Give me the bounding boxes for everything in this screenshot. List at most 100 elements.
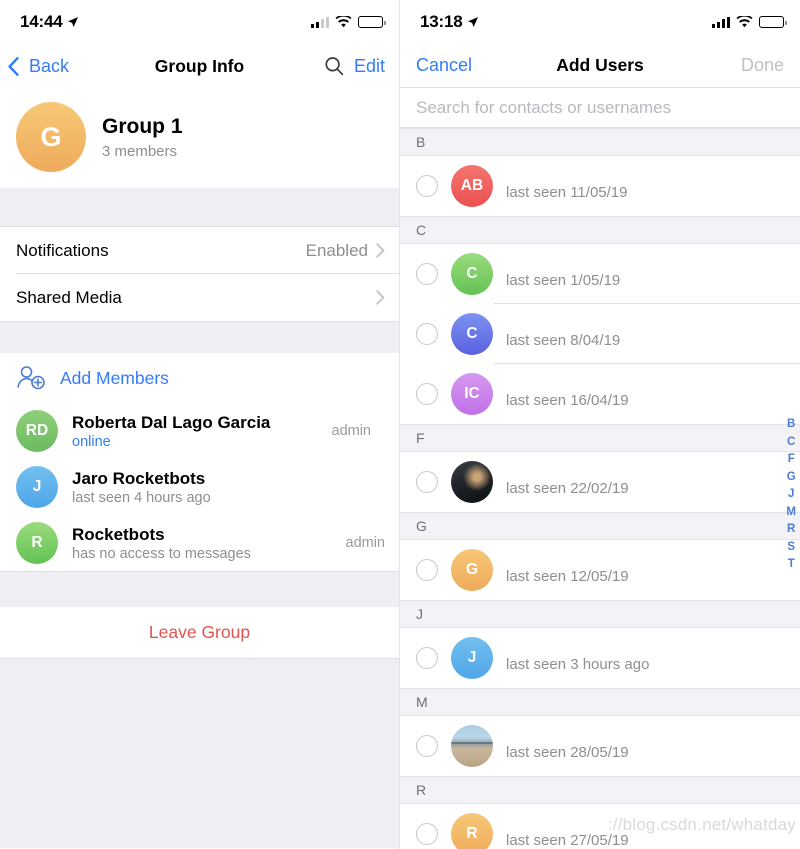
avatar-initials: RD: [25, 422, 49, 439]
search-icon[interactable]: [324, 56, 344, 76]
contact-last-seen: last seen 11/05/19: [506, 183, 628, 201]
leave-group-button[interactable]: Leave Group: [0, 607, 399, 658]
member-status: online: [72, 434, 111, 451]
contact-row[interactable]: C last seen 8/04/19: [400, 304, 800, 364]
group-name: Group 1: [102, 115, 183, 139]
alpha-index-letter[interactable]: F: [788, 452, 795, 468]
status-bar-left-group: 13:18: [420, 12, 479, 32]
contact-checkbox[interactable]: [416, 471, 438, 493]
contact-text: last seen 16/04/19: [506, 380, 784, 409]
alpha-index-letter[interactable]: S: [787, 540, 795, 556]
cancel-button[interactable]: Cancel: [416, 55, 472, 76]
contact-text: last seen 1/05/19: [506, 260, 784, 289]
contact-row[interactable]: last seen 28/05/19: [400, 716, 800, 776]
settings-section: Notifications Enabled Shared Media: [0, 226, 399, 321]
contact-text: last seen 3 hours ago: [506, 644, 784, 673]
contact-row[interactable]: G last seen 12/05/19: [400, 540, 800, 600]
avatar-photo: [451, 725, 493, 767]
battery-icon: [358, 16, 386, 28]
contact-checkbox[interactable]: [416, 735, 438, 757]
avatar: IC: [451, 373, 493, 415]
section-header-m: M: [400, 688, 800, 716]
section-gap-2: [0, 321, 399, 353]
alpha-index-letter[interactable]: C: [787, 435, 795, 451]
signal-strength-icon: [712, 16, 730, 28]
add-users-screen: 13:18 Cancel Add Users Done Search for c…: [400, 0, 800, 849]
contact-name: [506, 260, 784, 268]
avatar-initials: R: [31, 534, 43, 551]
avatar-photo: [451, 461, 493, 503]
contact-text: last seen 8/04/19: [506, 320, 784, 349]
add-members-button[interactable]: Add Members: [0, 353, 399, 403]
contact-row[interactable]: AB last seen 11/05/19: [400, 156, 800, 216]
chevron-left-icon[interactable]: [8, 56, 19, 76]
alpha-index-letter[interactable]: R: [787, 522, 795, 538]
row-shared-media-label: Shared Media: [16, 287, 122, 307]
contact-row[interactable]: last seen 22/02/19: [400, 452, 800, 512]
contact-checkbox[interactable]: [416, 175, 438, 197]
nav-right-group: Done: [724, 55, 784, 76]
avatar: C: [451, 253, 493, 295]
done-button[interactable]: Done: [741, 55, 784, 76]
chevron-right-icon: [376, 243, 385, 258]
member-text: Rocketbots has no access to messages: [72, 524, 332, 562]
member-row[interactable]: RD Roberta Dal Lago Garcia online admin: [0, 403, 399, 459]
contact-checkbox[interactable]: [416, 823, 438, 845]
section-gap-1: [0, 188, 399, 226]
contact-row[interactable]: IC last seen 16/04/19: [400, 364, 800, 424]
alpha-index-letter[interactable]: G: [787, 470, 796, 486]
contact-name: [506, 556, 784, 564]
status-badge: admin: [331, 423, 372, 439]
row-notifications[interactable]: Notifications Enabled: [0, 227, 399, 274]
status-bar-right-group: [311, 16, 386, 28]
contact-last-seen: last seen 8/04/19: [506, 331, 621, 349]
nav-bar-group-info: Back Group Info Edit: [0, 44, 399, 88]
avatar-initials: J: [32, 478, 42, 495]
member-row[interactable]: R Rocketbots has no access to messages a…: [0, 515, 399, 571]
group-header[interactable]: G Group 1 3 members: [0, 88, 399, 188]
contact-checkbox[interactable]: [416, 383, 438, 405]
status-time: 13:18: [420, 12, 463, 31]
contact-text: last seen 12/05/19: [506, 556, 784, 585]
search-input[interactable]: Search for contacts or usernames: [400, 88, 800, 128]
alpha-index-letter[interactable]: M: [786, 505, 796, 521]
contact-last-seen: last seen 12/05/19: [506, 567, 629, 585]
alpha-index-letter[interactable]: T: [788, 557, 795, 573]
group-info-screen: 14:44 Back Group Info Edit G Group 1 3 m…: [0, 0, 400, 849]
signal-strength-icon: [311, 16, 329, 28]
contact-row[interactable]: R last seen 27/05/19: [400, 804, 800, 849]
contact-text: last seen 27/05/19: [506, 820, 784, 849]
status-time: 14:44: [20, 12, 63, 31]
avatar: R: [16, 522, 58, 564]
row-shared-media[interactable]: Shared Media: [0, 274, 399, 321]
row-notifications-label: Notifications: [16, 240, 109, 260]
battery-icon: [759, 16, 787, 28]
contact-checkbox[interactable]: [416, 263, 438, 285]
contact-last-seen: last seen 27/05/19: [506, 831, 629, 849]
contact-row[interactable]: C last seen 1/05/19: [400, 244, 800, 304]
nav-left-group: Back: [8, 56, 69, 77]
back-button[interactable]: Back: [29, 56, 69, 77]
nav-bar-add-users: Cancel Add Users Done: [400, 44, 800, 88]
alphabet-index[interactable]: B C F G J M R S T: [786, 417, 796, 573]
member-name: Roberta Dal Lago Garcia: [72, 412, 271, 432]
alpha-index-letter[interactable]: B: [787, 417, 795, 433]
contact-checkbox[interactable]: [416, 559, 438, 581]
alpha-index-letter[interactable]: J: [788, 487, 794, 503]
edit-button[interactable]: Edit: [354, 56, 385, 77]
add-user-icon: [17, 366, 45, 390]
section-gap-4: [0, 658, 399, 848]
contact-last-seen: last seen 22/02/19: [506, 479, 629, 497]
contact-last-seen: last seen 3 hours ago: [506, 655, 650, 673]
contact-checkbox[interactable]: [416, 323, 438, 345]
location-arrow-icon: [468, 17, 479, 27]
contact-checkbox[interactable]: [416, 647, 438, 669]
member-name: Jaro Rocketbots: [72, 468, 206, 488]
contact-name: [506, 172, 784, 180]
member-row[interactable]: J Jaro Rocketbots last seen 4 hours ago: [0, 459, 399, 515]
section-gap-3: [0, 571, 399, 607]
section-header-r: R: [400, 776, 800, 804]
contact-row[interactable]: J last seen 3 hours ago: [400, 628, 800, 688]
section-header-c: C: [400, 216, 800, 244]
avatar-initials: R: [466, 825, 478, 842]
